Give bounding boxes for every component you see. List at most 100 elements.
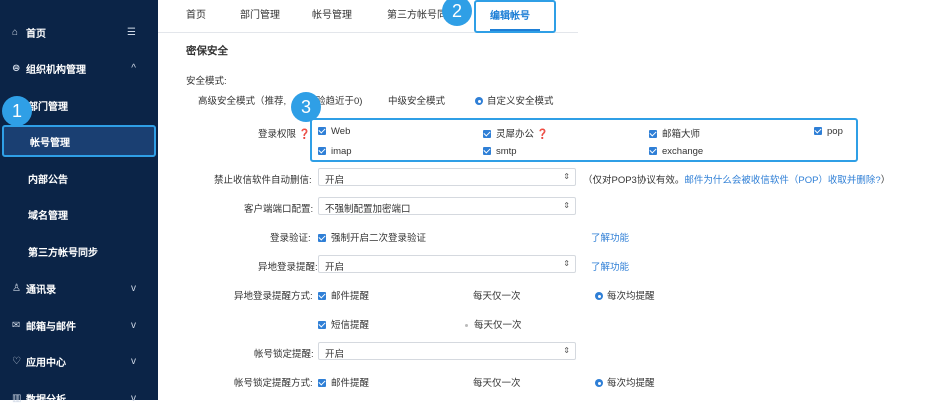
learn-more-link[interactable]: 了解功能 — [591, 230, 629, 244]
checkbox-checked-icon — [318, 234, 326, 243]
login-permission-label: 登录权限 ❓ — [258, 126, 310, 140]
perm-smtp[interactable]: smtp — [483, 146, 517, 157]
tab-third-party-sync[interactable]: 第三方帐号同 — [387, 6, 447, 21]
chevron-down-icon: v — [131, 392, 136, 404]
remote-method-sms[interactable]: 短信提醒 — [318, 317, 369, 331]
option-label: pop — [827, 126, 843, 137]
active-tab-underline — [490, 29, 540, 31]
option-label: 每天仅一次 — [474, 320, 522, 331]
security-mode-custom[interactable]: 自定义安全模式 — [475, 93, 554, 107]
client-port-select[interactable]: 不强制配置加密端口 ⇕ — [318, 197, 576, 215]
callout-badge: 1 — [2, 96, 32, 126]
select-value: 开启 — [325, 175, 345, 186]
hint-text: ） — [880, 175, 891, 186]
select-arrows-icon: ⇕ — [563, 346, 570, 355]
lock-method-email[interactable]: 邮件提醒 — [318, 375, 369, 389]
mail-icon: ✉ — [12, 319, 21, 331]
perm-imap[interactable]: imap — [318, 146, 352, 157]
sidebar-item-apps[interactable]: ♡ 应用中心 v — [0, 345, 158, 377]
auto-delete-label: 禁止收信软件自动删信: — [214, 175, 312, 186]
checkbox-checked-icon — [318, 321, 326, 330]
sidebar-item-label: 组织机构管理 — [26, 64, 86, 76]
sidebar-item-home[interactable]: ⌂ 首页 ☰ — [0, 16, 158, 48]
checkbox-checked-icon — [318, 292, 326, 301]
remote-method-sms-daily-once[interactable]: 每天仅一次 — [465, 317, 522, 331]
remote-method-daily-once[interactable]: 每天仅一次 — [473, 288, 521, 302]
client-port-label: 客户端端口配置: — [244, 204, 314, 215]
auto-delete-select[interactable]: 开启 ⇕ — [318, 168, 576, 186]
checkbox-checked-icon — [318, 147, 326, 156]
option-label: Web — [331, 126, 351, 137]
learn-more-link[interactable]: 了解功能 — [591, 259, 629, 273]
sidebar-item-label: 内部公告 — [28, 174, 68, 186]
security-mode-medium[interactable]: 中级安全模式 — [388, 93, 445, 107]
sidebar-item-mail[interactable]: ✉ 邮箱与邮件 v — [0, 309, 158, 341]
security-mode-label: 安全模式: — [186, 76, 227, 87]
sidebar-item-label: 帐号管理 — [30, 137, 70, 149]
tab-accounts[interactable]: 帐号管理 — [312, 6, 352, 21]
option-label: 短信提醒 — [331, 320, 370, 331]
help-icon[interactable]: ❓ — [296, 129, 311, 140]
sidebar-item-contacts[interactable]: ♙ 通讯录 v — [0, 272, 158, 304]
chevron-down-icon: v — [131, 355, 136, 367]
home-icon: ⌂ — [12, 26, 19, 38]
perm-lingxi[interactable]: 灵犀办公 ❓ — [483, 126, 548, 140]
tab-bar: 首页 部门管理 帐号管理 第三方帐号同 编辑帐号 — [158, 0, 578, 33]
option-label: 灵犀办公 — [496, 129, 535, 140]
radio-selected-icon — [595, 292, 603, 301]
tab-departments[interactable]: 部门管理 — [240, 6, 280, 21]
app-icon: ♡ — [12, 355, 21, 367]
sidebar-item-label: 部门管理 — [28, 101, 68, 113]
option-label: exchange — [662, 146, 704, 157]
option-label: 每次均提醒 — [607, 378, 655, 389]
chevron-down-icon: v — [131, 319, 136, 331]
checkbox-checked-icon — [318, 379, 326, 388]
remote-method-label: 异地登录提醒方式: — [234, 291, 313, 302]
select-arrows-icon: ⇕ — [563, 259, 570, 268]
sidebar-item-accounts[interactable]: 帐号管理 — [2, 125, 156, 157]
tab-home[interactable]: 首页 — [186, 6, 206, 21]
menu-toggle-icon[interactable]: ☰ — [127, 27, 136, 38]
sidebar-item-analytics[interactable]: ▥ 数据分析 v — [0, 382, 158, 414]
lock-alert-select[interactable]: 开启 ⇕ — [318, 342, 576, 360]
sidebar-item-domains[interactable]: 域名管理 — [0, 198, 158, 230]
perm-web[interactable]: Web — [318, 126, 350, 137]
option-label: 每次均提醒 — [607, 291, 655, 302]
chevron-up-icon: ^ — [131, 62, 136, 74]
perm-pop[interactable]: pop — [814, 126, 843, 137]
field-label: 登录权限 — [258, 129, 297, 140]
sidebar-item-announcements[interactable]: 内部公告 — [0, 162, 158, 194]
remote-method-email[interactable]: 邮件提醒 — [318, 288, 369, 302]
remote-login-select[interactable]: 开启 ⇕ — [318, 255, 576, 273]
sidebar-item-label: 数据分析 — [26, 394, 66, 406]
chart-icon: ▥ — [12, 392, 22, 404]
org-icon: ⊜ — [12, 62, 21, 74]
checkbox-checked-icon — [318, 127, 326, 136]
checkbox-checked-icon — [814, 127, 822, 136]
option-label: 邮件提醒 — [331, 378, 370, 389]
checkbox-checked-icon — [649, 147, 657, 156]
checkbox-checked-icon — [483, 130, 491, 139]
sidebar: ⌂ 首页 ☰ ⊜ 组织机构管理 ^ 部门管理 帐号管理 内部公告 域名管理 第三… — [0, 0, 158, 406]
help-icon[interactable]: ❓ — [534, 129, 549, 140]
sidebar-item-third-party-sync[interactable]: 第三方帐号同步 — [0, 235, 158, 267]
perm-mail-master[interactable]: 邮箱大师 — [649, 126, 700, 140]
login-verify-checkbox[interactable]: 强制开启二次登录验证 — [318, 230, 426, 244]
perm-exchange[interactable]: exchange — [649, 146, 703, 157]
security-mode-high[interactable]: 高级安全模式（推荐, — [198, 93, 286, 107]
help-link[interactable]: 邮件为什么会被收信软件（POP）收取并删除? — [684, 175, 880, 186]
main-content: 首页 部门管理 帐号管理 第三方帐号同 编辑帐号 2 密保安全 安全模式: 高级… — [158, 0, 941, 400]
lock-method-every-time[interactable]: 每次均提醒 — [595, 375, 655, 389]
option-label: smtp — [496, 146, 517, 157]
sidebar-item-label: 邮箱与邮件 — [26, 321, 76, 333]
sidebar-item-label: 首页 — [26, 28, 46, 40]
tab-edit-account[interactable]: 编辑帐号 — [474, 0, 556, 33]
sidebar-item-label: 应用中心 — [26, 357, 66, 369]
sidebar-item-org[interactable]: ⊜ 组织机构管理 ^ — [0, 52, 158, 84]
sidebar-item-label: 域名管理 — [28, 210, 68, 222]
lock-alert-label: 帐号锁定提醒: — [254, 349, 314, 360]
lock-method-daily-once[interactable]: 每天仅一次 — [473, 375, 521, 389]
remote-method-every-time[interactable]: 每次均提醒 — [595, 288, 655, 302]
option-label: 强制开启二次登录验证 — [331, 233, 427, 244]
select-value: 开启 — [325, 262, 345, 273]
